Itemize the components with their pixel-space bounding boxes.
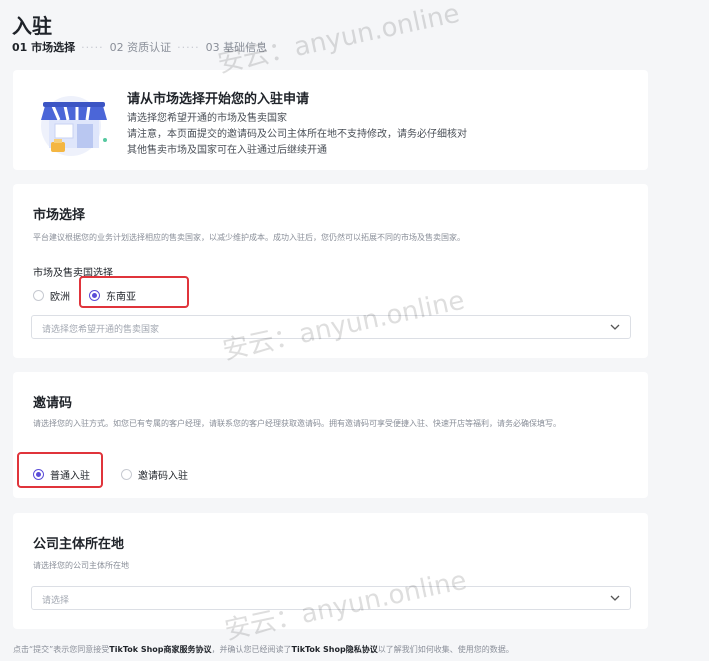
intro-title: 请从市场选择开始您的入驻申请: [127, 92, 310, 107]
step-separator: ·····: [177, 40, 200, 54]
agreement-text: 以了解我们如何收集、使用您的数据。: [377, 645, 514, 654]
step-market: 01 市场选择: [12, 41, 76, 54]
intro-text-line: 其他售卖市场及国家可在入驻通过后继续开通: [127, 145, 327, 156]
intro-text-line: 请选择您希望开通的市场及售卖国家: [127, 113, 287, 124]
market-section-description: 平台建议根据您的业务计划选择相应的售卖国家，以减少维护成本。成功入驻后，您仍然可…: [33, 233, 465, 242]
agreement-notice: 点击“提交”表示您同意接受TikTok Shop商家服务协议，并确认您已经阅读了…: [13, 644, 514, 655]
invite-section-title: 邀请码: [33, 396, 73, 411]
step-indicator: 01 市场选择 ····· 02 资质认证 ····· 03 基础信息: [12, 39, 267, 55]
intro-card: 请从市场选择开始您的入驻申请 请选择您希望开通的市场及售卖国家 请注意，本页面提…: [13, 70, 648, 170]
company-location-select[interactable]: 请选择: [31, 586, 631, 610]
company-section-title: 公司主体所在地: [33, 537, 125, 552]
radio-circle: [33, 290, 44, 301]
privacy-policy-link[interactable]: TikTok Shop隐私协议: [292, 645, 378, 654]
radio-label: 邀请码入驻: [138, 471, 188, 482]
step-qualification: 02 资质认证: [109, 41, 172, 54]
radio-label: 欧洲: [50, 292, 70, 303]
company-location-card: 公司主体所在地 请选择您的公司主体所在地 请选择: [13, 513, 648, 629]
intro-text-line: 请注意，本页面提交的邀请码及公司主体所在地不支持修改，请务必仔细核对: [127, 129, 467, 140]
radio-circle: [121, 469, 132, 480]
country-select[interactable]: 请选择您希望开通的售卖国家: [31, 315, 631, 339]
step-separator: ·····: [81, 40, 104, 54]
highlight-box: [79, 276, 189, 308]
country-select-placeholder: 请选择您希望开通的售卖国家: [42, 325, 160, 335]
page-title: 入驻: [12, 14, 52, 38]
chevron-down-icon: [610, 324, 620, 330]
market-section-title: 市场选择: [33, 208, 86, 223]
highlight-box: [17, 452, 103, 488]
radio-invite-code-entry[interactable]: 邀请码入驻: [121, 467, 188, 482]
merchant-agreement-link[interactable]: TikTok Shop商家服务协议: [109, 645, 211, 654]
market-selection-card: 市场选择 平台建议根据您的业务计划选择相应的售卖国家，以减少维护成本。成功入驻后…: [13, 184, 648, 358]
company-section-description: 请选择您的公司主体所在地: [33, 561, 129, 570]
invite-code-card: 邀请码 请选择您的入驻方式。如您已有专属的客户经理，请联系您的客户经理获取邀请码…: [13, 372, 648, 498]
agreement-text: ，并确认您已经阅读了: [211, 645, 292, 654]
invite-section-description: 请选择您的入驻方式。如您已有专属的客户经理，请联系您的客户经理获取邀请码。拥有邀…: [33, 419, 561, 428]
chevron-down-icon: [610, 595, 620, 601]
step-basic-info: 03 基础信息: [205, 41, 268, 54]
agreement-text: 点击“提交”表示您同意接受: [13, 645, 110, 654]
store-icon: [41, 96, 107, 156]
company-location-placeholder: 请选择: [42, 596, 70, 606]
radio-market-europe[interactable]: 欧洲: [33, 288, 70, 303]
